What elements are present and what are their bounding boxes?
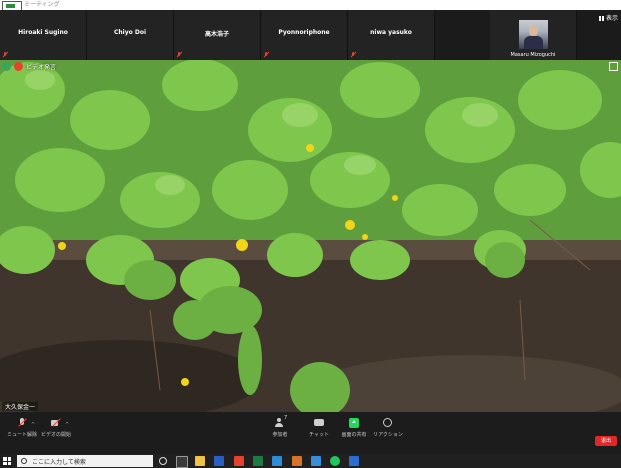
participant-photo: [519, 20, 548, 49]
mic-muted-icon: [3, 52, 8, 57]
taskbar-app-icon[interactable]: [349, 456, 359, 466]
zoom-icon[interactable]: [272, 456, 282, 466]
chat-icon: [314, 418, 324, 428]
participants-icon: 7: [275, 415, 288, 428]
participant-tile[interactable]: Hiroaki Sugino: [0, 10, 87, 60]
window-title: ミーティング: [24, 1, 60, 8]
reactions-icon: [383, 418, 393, 428]
windows-start-icon[interactable]: [3, 457, 11, 465]
taskbar-app-icon[interactable]: [311, 456, 321, 466]
mic-muted-icon: [351, 52, 356, 57]
view-button[interactable]: 表示: [598, 13, 618, 22]
taskbar-search-placeholder: ここに入力して検索: [32, 459, 86, 466]
start-video-button[interactable]: ビデオの開始: [34, 418, 78, 438]
active-speaker-name: 大久保金一: [2, 402, 39, 411]
participant-tile[interactable]: Chiyo Doi: [87, 10, 174, 60]
view-label: 表示: [605, 15, 618, 22]
participant-tile[interactable]: 高木浩子: [174, 10, 261, 60]
mic-muted-icon: [264, 52, 269, 57]
video-frame-plants: [0, 60, 621, 412]
search-icon: [21, 458, 27, 464]
encryption-shield-icon[interactable]: [2, 62, 11, 71]
video-overlay-bar: ビデオ発言: [2, 62, 56, 71]
reactions-button[interactable]: リアクション: [366, 418, 410, 438]
participant-gallery: Hiroaki Sugino Chiyo Doi 高木浩子 Pyonnoriph…: [0, 10, 621, 60]
meeting-controls: ミュート解除 ^ ビデオの開始 ^ 7 参加者 チャット 画面の共有 リアクショ…: [0, 412, 621, 454]
taskbar-search-input[interactable]: ここに入力して検索: [17, 455, 153, 467]
file-explorer-icon[interactable]: [195, 456, 205, 466]
camera-off-icon: [51, 418, 61, 428]
participant-tile-photo[interactable]: Masaru Mizoguchi: [490, 10, 577, 60]
participant-tile[interactable]: niwa yasuko: [348, 10, 435, 60]
task-view-icon[interactable]: [159, 457, 167, 465]
participant-tile[interactable]: Pyonnoriphone: [261, 10, 348, 60]
taskbar-app-icon[interactable]: [292, 456, 302, 466]
participant-name: niwa yasuko: [370, 29, 412, 36]
title-bar: ミーティング: [0, 0, 621, 11]
main-video: ビデオ発言 大久保金一: [0, 60, 621, 412]
grid-view-icon: [598, 16, 604, 21]
participant-name: 高木浩子: [204, 31, 229, 38]
taskbar-app-icon[interactable]: [234, 456, 244, 466]
leave-meeting-button[interactable]: 退出: [595, 436, 617, 446]
share-screen-icon: [349, 418, 359, 428]
participant-name: Pyonnoriphone: [278, 29, 330, 36]
participants-label: 参加者: [272, 432, 288, 438]
video-top-label: ビデオ発言: [26, 64, 57, 71]
reactions-label: リアクション: [373, 432, 403, 438]
participant-name: Hiroaki Sugino: [18, 29, 68, 36]
video-options-chevron-icon[interactable]: ^: [65, 422, 69, 428]
recording-icon: [14, 62, 23, 71]
fullscreen-icon[interactable]: [609, 62, 618, 71]
participants-count: 7: [284, 415, 288, 421]
participant-name: Chiyo Doi: [113, 29, 146, 36]
windows-taskbar: ここに入力して検索: [0, 454, 621, 468]
start-video-label: ビデオの開始: [40, 432, 71, 438]
mic-muted-icon: [177, 52, 182, 57]
word-icon[interactable]: [214, 456, 224, 466]
excel-icon[interactable]: [253, 456, 263, 466]
participants-button[interactable]: 7 参加者: [258, 415, 302, 438]
participant-name: Masaru Mizoguchi: [510, 52, 556, 58]
mic-muted-icon: [17, 418, 27, 428]
taskbar-app-icon[interactable]: [176, 456, 188, 468]
line-icon[interactable]: [330, 456, 340, 466]
